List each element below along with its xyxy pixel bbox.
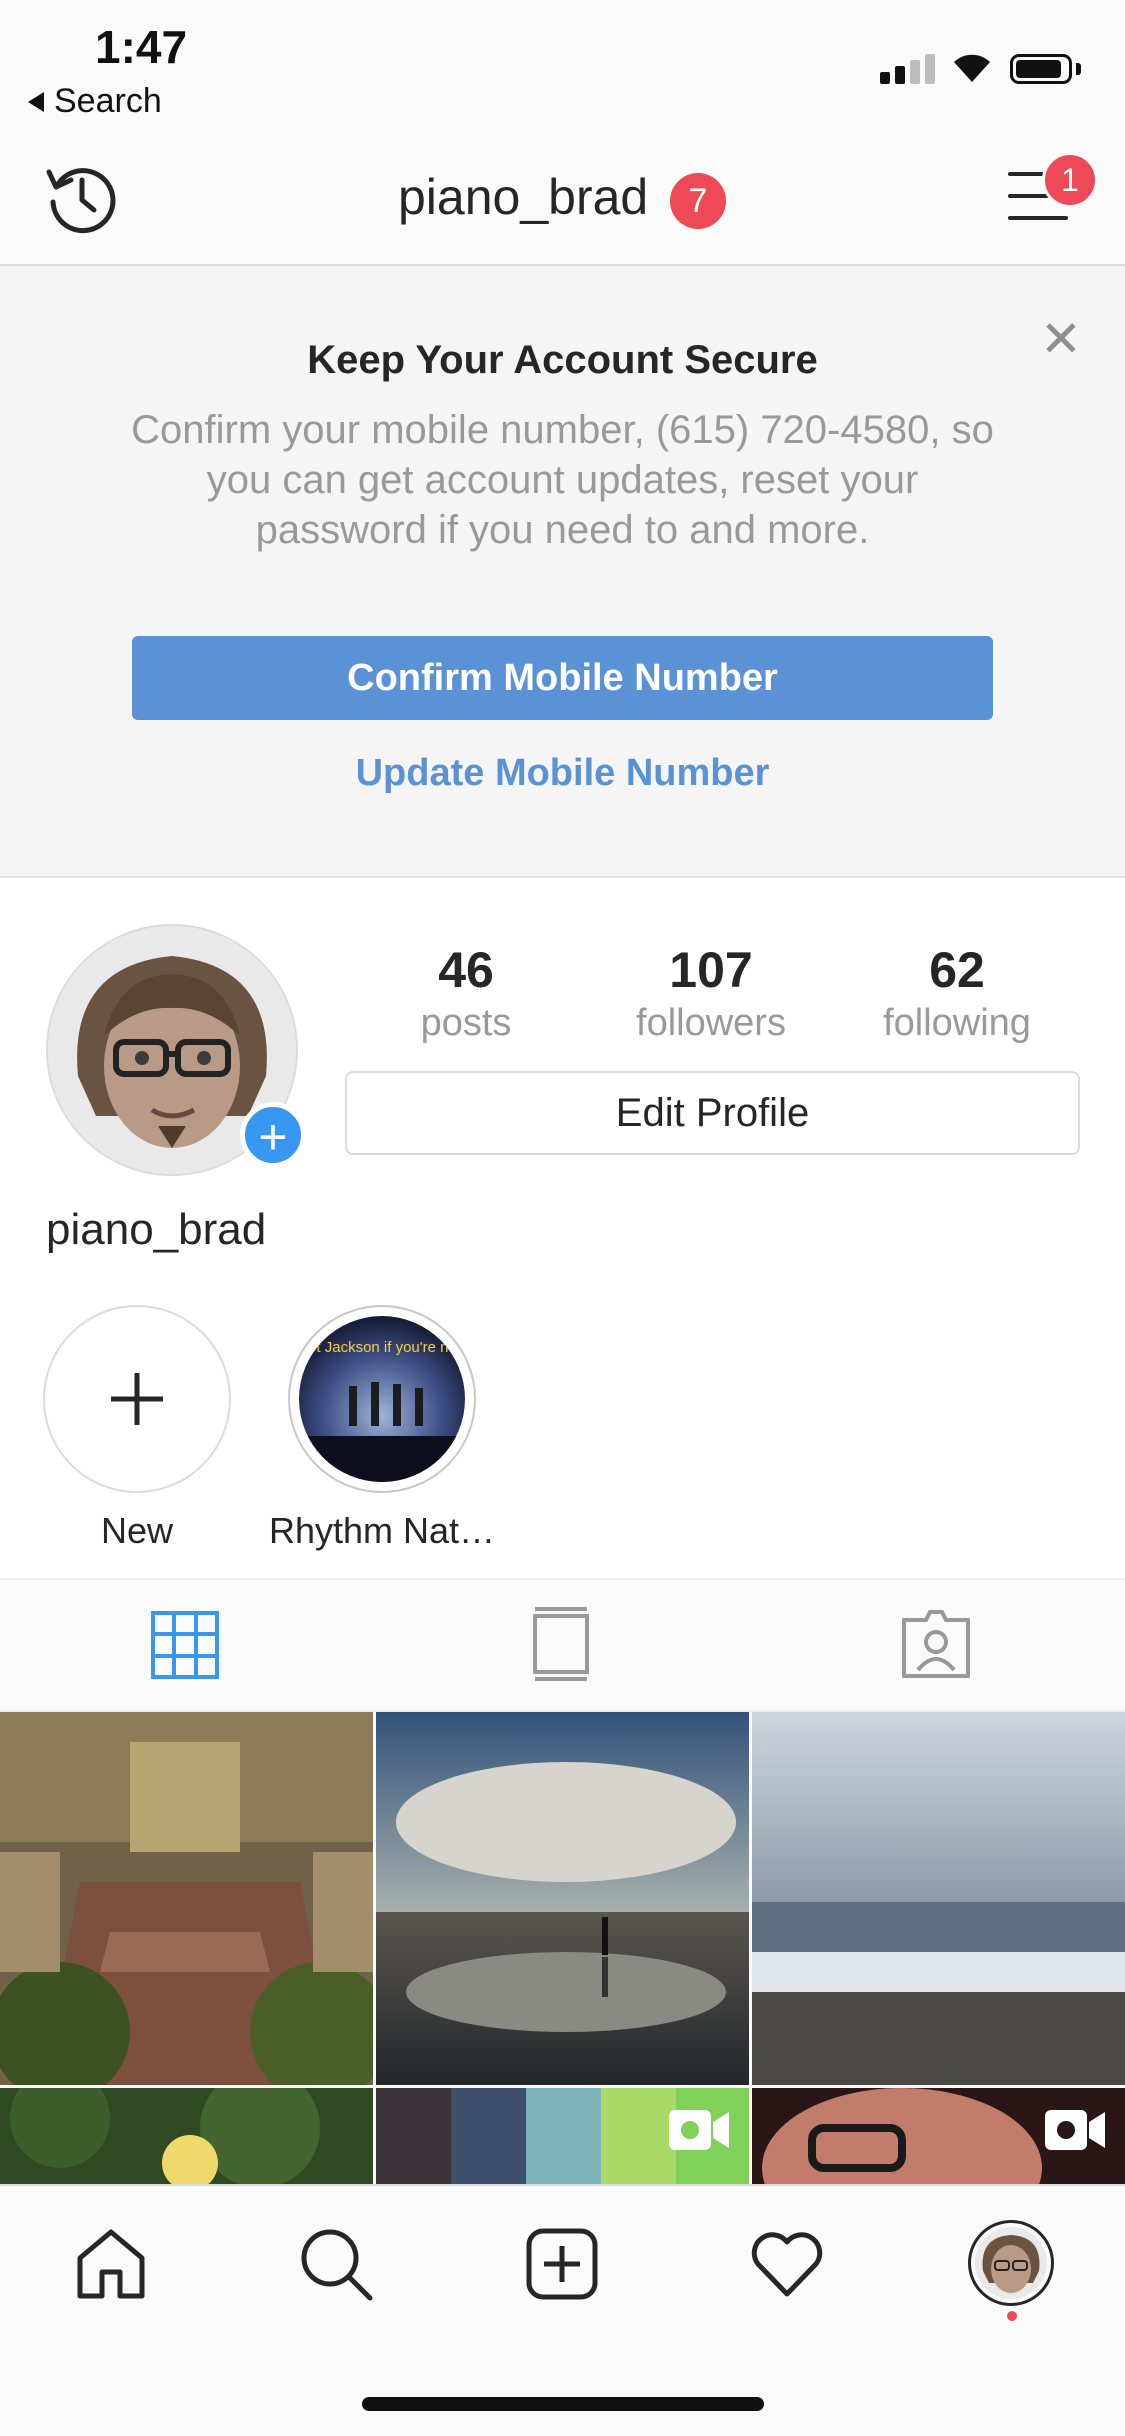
- back-to-search-button[interactable]: Search: [28, 82, 162, 121]
- profile-name: piano_brad: [46, 1205, 267, 1254]
- stat-followers[interactable]: 107 followers: [611, 940, 811, 1046]
- post-video-thumbnail[interactable]: [752, 2088, 1125, 2188]
- post-thumbnail[interactable]: [376, 1712, 749, 2085]
- followers-label: followers: [636, 1002, 786, 1044]
- grid-icon[interactable]: [150, 1610, 220, 1680]
- post-thumbnail[interactable]: [0, 2088, 373, 2188]
- update-mobile-link[interactable]: Update Mobile Number: [0, 752, 1125, 795]
- wifi-icon: [954, 54, 990, 82]
- home-icon[interactable]: [74, 2226, 148, 2300]
- add-story-button[interactable]: +: [240, 1102, 306, 1168]
- header-username[interactable]: piano_brad: [398, 168, 648, 226]
- highlight-caption-line: Janet Jackson if you're nasty!: [299, 1339, 465, 1356]
- profile-activity-dot: [1007, 2311, 1017, 2321]
- stat-posts[interactable]: 46 posts: [366, 940, 566, 1046]
- posts-label: posts: [420, 1002, 512, 1044]
- battery-icon: [1010, 54, 1072, 84]
- cellular-signal-icon: [880, 54, 935, 84]
- archive-history-icon[interactable]: [44, 160, 120, 236]
- tagged-user-icon[interactable]: [900, 1608, 972, 1680]
- notifications-badge[interactable]: 7: [670, 173, 726, 229]
- followers-count: 107: [669, 942, 753, 998]
- new-highlight-button[interactable]: [43, 1305, 231, 1493]
- posts-count: 46: [438, 942, 494, 998]
- menu-badge: 1: [1042, 152, 1098, 208]
- activity-heart-icon[interactable]: [750, 2230, 824, 2298]
- post-thumbnail[interactable]: [752, 1712, 1125, 2085]
- stat-following[interactable]: 62 following: [857, 940, 1057, 1046]
- home-indicator[interactable]: [362, 2397, 764, 2411]
- battery-tip: [1076, 63, 1081, 75]
- highlight-label-rhythm: Rhythm Nat…: [268, 1510, 496, 1551]
- following-count: 62: [929, 942, 985, 998]
- profile-tab-avatar[interactable]: [968, 2220, 1054, 2306]
- video-icon: [669, 2110, 729, 2150]
- secure-title: Keep Your Account Secure: [307, 338, 818, 382]
- video-icon: [1045, 2110, 1105, 2150]
- back-arrow-icon: [28, 91, 44, 112]
- back-label: Search: [54, 82, 162, 120]
- highlight-rhythm-nation[interactable]: Janet Jackson if you're nasty!: [288, 1305, 476, 1493]
- following-label: following: [883, 1002, 1031, 1044]
- search-icon[interactable]: [298, 2226, 374, 2302]
- post-video-thumbnail[interactable]: [376, 2088, 749, 2188]
- tabs-divider-top: [0, 1578, 1125, 1580]
- plus-icon: [111, 1373, 163, 1425]
- secure-description: Confirm your mobile number, (615) 720-45…: [131, 408, 994, 552]
- edit-profile-button[interactable]: Edit Profile: [345, 1071, 1080, 1155]
- feed-icon[interactable]: [530, 1606, 592, 1682]
- confirm-mobile-button[interactable]: Confirm Mobile Number: [132, 636, 993, 720]
- status-time: 1:47: [95, 21, 188, 73]
- new-post-icon[interactable]: [526, 2228, 598, 2300]
- highlight-label-new: New: [100, 1510, 174, 1551]
- post-thumbnail[interactable]: [0, 1712, 373, 2085]
